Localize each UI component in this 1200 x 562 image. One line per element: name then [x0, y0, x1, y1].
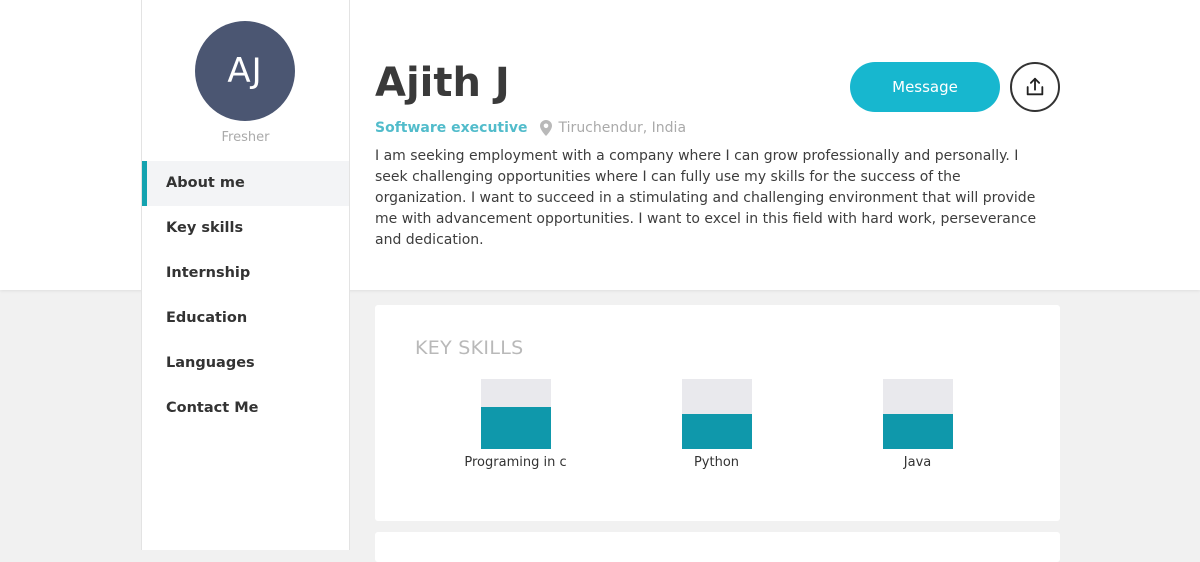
sidebar-item-key-skills[interactable]: Key skills: [142, 206, 349, 251]
status-label: Fresher: [221, 130, 270, 145]
skill-label: Programing in c: [464, 455, 567, 470]
key-skills-card: KEY SKILLS Programing in c Python Java: [375, 305, 1060, 521]
sidebar-item-label: About me: [166, 175, 245, 191]
sidebar-item-label: Internship: [166, 265, 251, 281]
avatar: AJ: [195, 21, 295, 121]
skill-item: Programing in c: [415, 379, 616, 470]
sidebar-item-label: Education: [166, 310, 248, 326]
profile-name: Ajith J: [375, 60, 510, 106]
job-title: Software executive: [375, 120, 528, 136]
key-skills-title: KEY SKILLS: [415, 337, 524, 359]
sidebar-nav: About me Key skills Internship Education…: [142, 161, 349, 431]
skill-level-fill: [882, 414, 953, 449]
sidebar-item-about-me[interactable]: About me: [142, 161, 349, 206]
avatar-initials: AJ: [227, 51, 263, 91]
sidebar-item-label: Key skills: [166, 220, 244, 236]
skill-level-bar: [681, 379, 752, 449]
skill-item: Python: [616, 379, 817, 470]
sidebar-item-education[interactable]: Education: [142, 296, 349, 341]
next-section-card: [375, 532, 1060, 562]
skill-level-fill: [480, 407, 551, 449]
message-button[interactable]: Message: [850, 62, 1000, 112]
map-pin-icon: [539, 120, 552, 136]
skill-item: Java: [817, 379, 1018, 470]
about-me-text: I am seeking employment with a company w…: [375, 148, 1037, 248]
skill-level-bar: [480, 379, 551, 449]
skills-list: Programing in c Python Java: [415, 379, 1020, 470]
share-upload-icon: [1024, 76, 1046, 98]
sidebar-item-internship[interactable]: Internship: [142, 251, 349, 296]
sidebar-item-contact-me[interactable]: Contact Me: [142, 386, 349, 431]
sidebar-item-label: Languages: [166, 355, 255, 371]
location-text: Tiruchendur, India: [558, 120, 687, 136]
skill-level-fill: [681, 414, 752, 449]
skill-label: Python: [693, 455, 740, 470]
skill-level-bar: [882, 379, 953, 449]
share-button[interactable]: [1010, 62, 1060, 112]
skill-label: Java: [903, 455, 932, 470]
sidebar-item-languages[interactable]: Languages: [142, 341, 349, 386]
sidebar-item-label: Contact Me: [166, 400, 259, 416]
profile-subline: Software executive Tiruchendur, India: [375, 120, 686, 136]
sidebar: AJ Fresher About me Key skills Internshi…: [141, 0, 350, 550]
